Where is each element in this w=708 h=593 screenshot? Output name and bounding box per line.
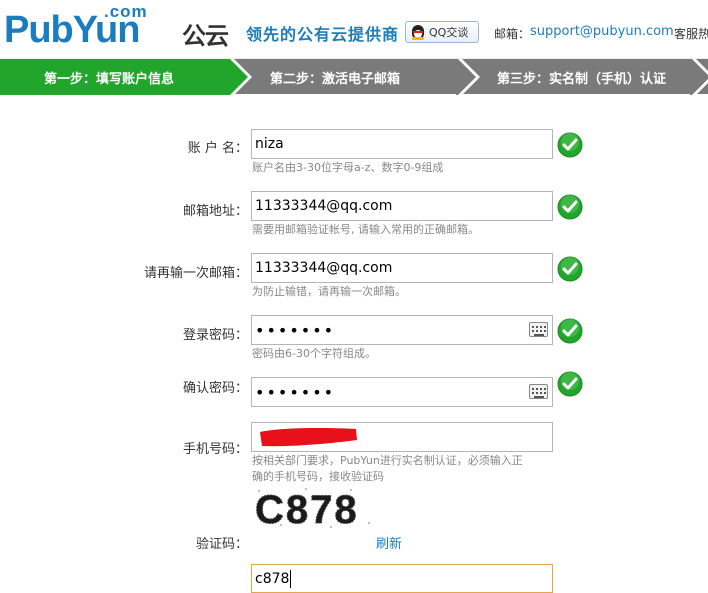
password-label: 登录密码： bbox=[182, 328, 248, 343]
step-3: 第三步：实名制（手机）认证 bbox=[497, 59, 666, 95]
step-2-label: 第二步：激活电子邮箱 bbox=[270, 71, 401, 87]
password-confirm-input[interactable]: ••••••• bbox=[251, 377, 553, 407]
virtual-keyboard-icon[interactable] bbox=[529, 384, 548, 399]
email-hint: 需要用邮箱验证帐号, 请输入常用的正确邮箱。 bbox=[252, 223, 479, 236]
phone-input[interactable] bbox=[251, 422, 553, 452]
email-input[interactable]: 11333344@qq.com bbox=[251, 191, 553, 221]
password-hint: 密码由6-30个字符组成。 bbox=[252, 347, 376, 360]
password-input[interactable]: ••••••• bbox=[251, 315, 553, 345]
captcha-image[interactable]: C878 bbox=[251, 485, 377, 531]
username-ok-check-icon bbox=[557, 132, 583, 158]
phone-hint-line1: 按相关部门要求，PubYun进行实名制认证，必须输入正 bbox=[252, 454, 523, 467]
email-ok-check-icon bbox=[557, 194, 583, 220]
qq-penguin-icon bbox=[410, 24, 426, 40]
step-2: 第二步：激活电子邮箱 bbox=[270, 59, 400, 95]
email-confirm-value: 11333344@qq.com bbox=[255, 260, 393, 276]
step-2-chevron-icon bbox=[456, 59, 480, 95]
email-label: 邮箱地址： bbox=[182, 204, 248, 219]
support-email-link[interactable]: support@pubyun.com bbox=[530, 24, 674, 39]
step-1-chevron-icon bbox=[228, 59, 252, 95]
phone-hint-line2: 确的手机号码，接收验证码 bbox=[252, 470, 384, 483]
step-1: 第一步：填写账户信息 bbox=[0, 59, 230, 95]
email-confirm-ok-check-icon bbox=[557, 256, 583, 282]
password-ok-check-icon bbox=[557, 318, 583, 344]
registration-steps: 第一步：填写账户信息 第二步：激活电子邮箱 第三步：实名制（手机）认证 bbox=[0, 58, 708, 95]
email-confirm-hint: 为防止输错，请再输一次邮箱。 bbox=[252, 285, 406, 298]
redaction-scribble bbox=[260, 428, 357, 447]
captcha-image-text: C878 bbox=[255, 488, 359, 531]
password-confirm-ok-check-icon bbox=[557, 371, 583, 397]
virtual-keyboard-icon[interactable] bbox=[529, 322, 548, 337]
registration-form: 账 户 名： niza 账户名由3-30位字母a-z、数字0-9组成 邮箱地址：… bbox=[0, 94, 708, 593]
captcha-value: c878 bbox=[255, 570, 290, 587]
site-header: .com PubYun 公云 领先的公有云提供商 QQ交谈 邮箱： suppor… bbox=[0, 0, 708, 58]
password-value: ••••••• bbox=[255, 320, 336, 340]
captcha-refresh-link[interactable]: 刷新 bbox=[376, 533, 402, 552]
captcha-input[interactable]: c878 bbox=[251, 564, 553, 593]
username-input[interactable]: niza bbox=[251, 129, 553, 159]
pubyun-logo[interactable]: .com PubYun 公云 bbox=[4, 2, 236, 50]
captcha-label: 验证码： bbox=[195, 537, 248, 552]
phone-label: 手机号码： bbox=[182, 442, 248, 457]
username-hint: 账户名由3-30位字母a-z、数字0-9组成 bbox=[252, 161, 444, 174]
service-hotline-label: 客服热 bbox=[674, 27, 708, 41]
email-confirm-label: 请再输一次邮箱： bbox=[143, 266, 248, 281]
logo-cn-text: 公云 bbox=[182, 22, 229, 50]
qq-chat-button[interactable]: QQ交谈 bbox=[405, 21, 479, 43]
text-caret bbox=[290, 569, 292, 588]
password-confirm-label: 确认密码： bbox=[182, 381, 248, 396]
username-value: niza bbox=[255, 136, 284, 152]
slogan: 领先的公有云提供商 bbox=[246, 25, 400, 44]
email-value: 11333344@qq.com bbox=[255, 198, 393, 214]
email-confirm-input[interactable]: 11333344@qq.com bbox=[251, 253, 553, 283]
password-confirm-value: ••••••• bbox=[255, 382, 336, 402]
support-email-label: 邮箱： bbox=[494, 27, 531, 41]
logo-main-text: PubYun bbox=[4, 9, 140, 51]
step-1-label: 第一步：填写账户信息 bbox=[44, 71, 175, 87]
qq-chat-label: QQ交谈 bbox=[429, 26, 469, 39]
step-3-label: 第三步：实名制（手机）认证 bbox=[497, 71, 667, 87]
username-label: 账 户 名： bbox=[187, 141, 248, 156]
step-3-chevron-icon bbox=[690, 59, 708, 95]
